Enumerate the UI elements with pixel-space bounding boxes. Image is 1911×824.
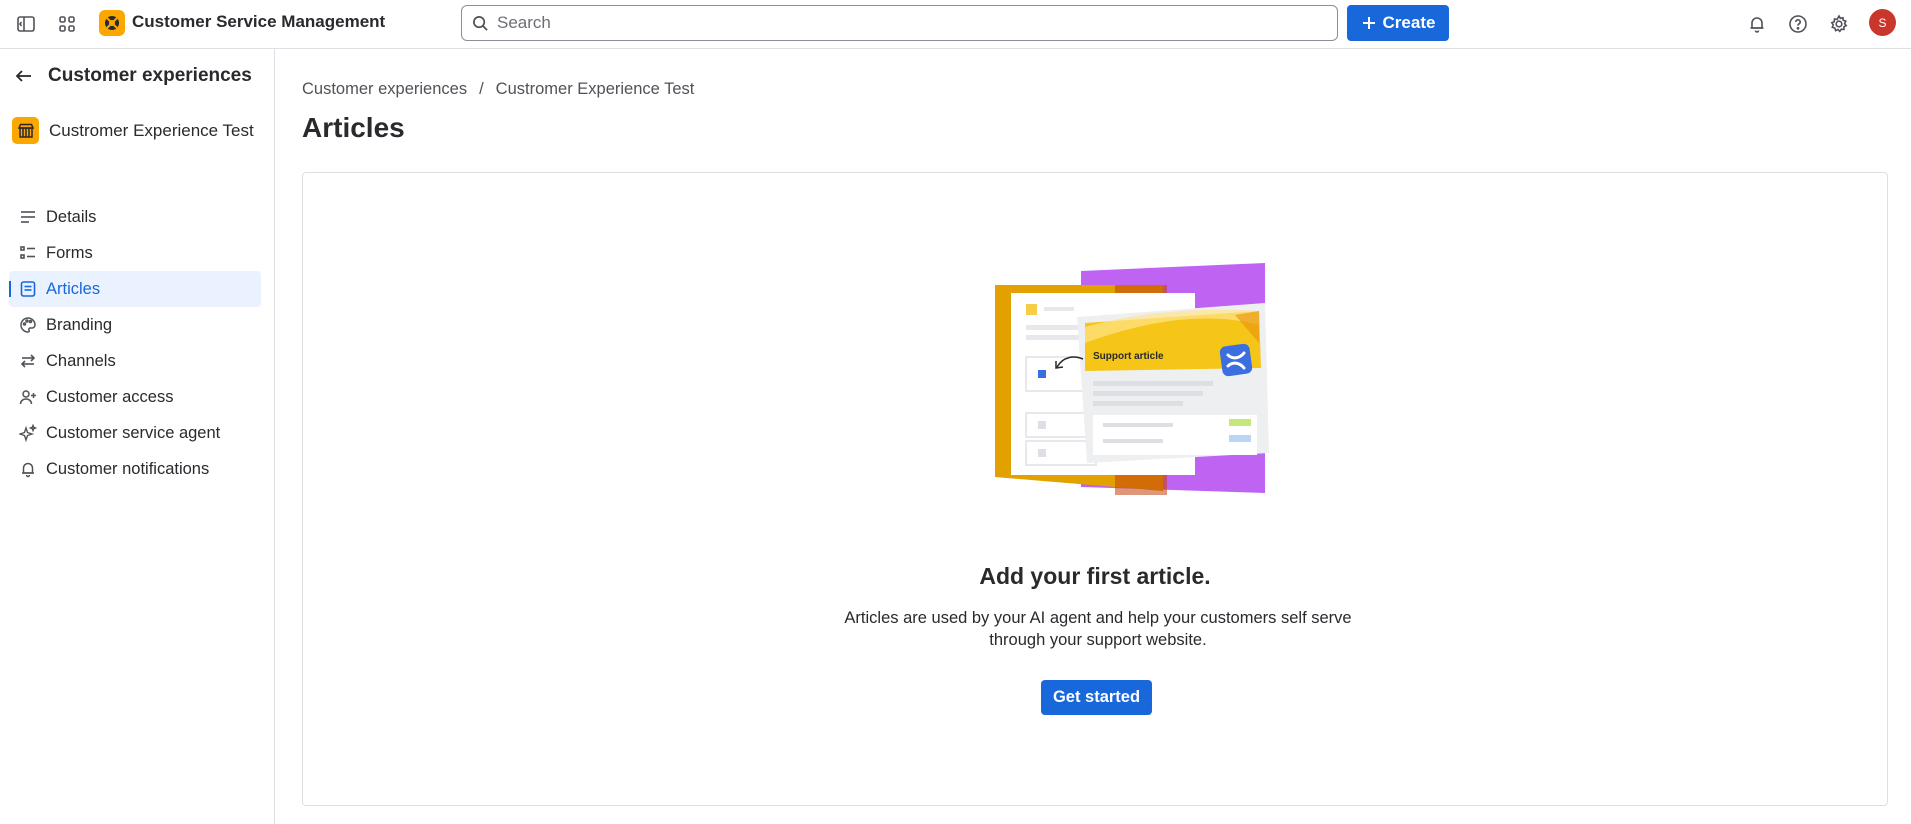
arrows-swap-icon [18, 351, 38, 371]
empty-state-title: Add your first article. [979, 563, 1211, 589]
sidebar-item-label: Customer access [46, 387, 174, 406]
sidebar-back-title: Customer experiences [48, 65, 252, 86]
search-icon [473, 15, 488, 31]
sidebar-item-label: Channels [46, 351, 116, 370]
page-title: Articles [302, 112, 405, 143]
breadcrumb: Customer experiences / Custromer Experie… [302, 80, 694, 99]
get-started-button[interactable]: Get started [1041, 680, 1152, 715]
sparkle-icon [18, 423, 38, 443]
sidebar-item-forms[interactable]: Forms [9, 235, 261, 271]
sidebar-back-link[interactable]: Customer experiences [14, 65, 252, 87]
app-name[interactable]: Customer Service Management [132, 12, 385, 32]
space-name: Custromer Experience Test [49, 120, 254, 140]
breadcrumb-item[interactable]: Custromer Experience Test [496, 80, 695, 99]
search-box[interactable] [461, 5, 1338, 41]
sidebar-item-customer-service-agent[interactable]: Customer service agent [9, 415, 261, 451]
create-button-label: Create [1382, 13, 1436, 32]
person-add-icon [18, 387, 38, 407]
sidebar-item-articles[interactable]: Articles [9, 271, 261, 307]
sidebar-toggle-icon[interactable] [12, 10, 40, 38]
sidebar-item-details[interactable]: Details [9, 199, 261, 235]
breadcrumb-separator: / [479, 80, 484, 98]
empty-state-description: Articles are used by your AI agent and h… [844, 609, 1352, 649]
sidebar-item-label: Articles [46, 279, 101, 298]
user-avatar[interactable]: S [1869, 9, 1896, 36]
storefront-icon [12, 117, 39, 144]
top-navigation-bar: Customer Service Management Create S [0, 0, 1911, 49]
sidebar-item-label: Branding [46, 315, 113, 334]
lines-icon [18, 207, 38, 227]
list-icon [18, 243, 38, 263]
bell-icon [18, 459, 38, 479]
sidebar-item-label: Forms [46, 243, 93, 262]
app-switcher-icon[interactable] [53, 10, 81, 38]
breadcrumb-item[interactable]: Customer experiences [302, 80, 467, 99]
empty-state-card: Support article Add your first article. … [302, 172, 1888, 806]
articles-illustration: Support article [995, 263, 1269, 495]
plus-icon [1362, 17, 1375, 29]
sidebar-nav: Details Forms Articles Branding Channels… [9, 199, 261, 487]
app-logo-icon[interactable] [99, 10, 125, 36]
sidebar-item-label: Customer service agent [46, 423, 221, 442]
sidebar-item-label: Details [46, 207, 97, 226]
help-icon[interactable] [1784, 10, 1812, 38]
create-button[interactable]: Create [1347, 5, 1449, 41]
sidebar-item-customer-access[interactable]: Customer access [9, 379, 261, 415]
sidebar-item-branding[interactable]: Branding [9, 307, 261, 343]
search-input[interactable] [497, 13, 1317, 33]
space-header[interactable]: Custromer Experience Test [12, 117, 254, 144]
sidebar-item-channels[interactable]: Channels [9, 343, 261, 379]
sidebar: Customer experiences Custromer Experienc… [0, 49, 275, 824]
bell-icon[interactable] [1743, 10, 1771, 38]
palette-icon [18, 315, 38, 335]
arrow-left-icon [15, 70, 31, 82]
article-icon [18, 279, 38, 299]
sidebar-item-customer-notifications[interactable]: Customer notifications [9, 451, 261, 487]
settings-gear-icon[interactable] [1825, 10, 1853, 38]
illustration-label: Support article [1093, 351, 1164, 362]
sidebar-item-label: Customer notifications [46, 459, 210, 478]
